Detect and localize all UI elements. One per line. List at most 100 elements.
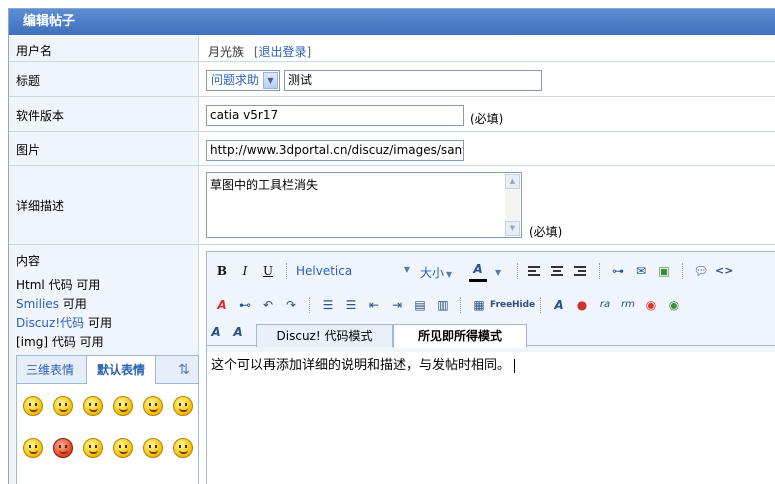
- tongue-icon[interactable]: [83, 396, 103, 416]
- italic-icon[interactable]: I: [236, 262, 254, 280]
- img-code-name: [img] 代码: [16, 335, 76, 349]
- description-textarea[interactable]: 草图中的工具栏消失 ▲ ▼: [206, 172, 522, 238]
- username: 月光族: [208, 45, 245, 59]
- title-input[interactable]: 测试: [284, 70, 542, 91]
- hide-icon[interactable]: Hide: [512, 300, 535, 310]
- description-text: 草图中的工具栏消失: [210, 178, 319, 192]
- discuz-code-status: Discuz!代码 可用: [16, 314, 112, 331]
- category-selected: 问题求助: [211, 73, 260, 87]
- font-size-select[interactable]: 大小 ▼: [420, 264, 452, 281]
- font-family-select[interactable]: Helvetica ▼: [296, 264, 410, 278]
- ordered-list-icon[interactable]: ☰: [319, 296, 337, 314]
- angry-icon[interactable]: [53, 438, 73, 458]
- undo-icon[interactable]: ↶: [259, 296, 277, 314]
- table-icon[interactable]: ▦: [470, 296, 488, 314]
- image-row: 图片 http://www.3dportal.cn/discuz/images/…: [9, 132, 775, 166]
- font-family-value: Helvetica: [296, 264, 353, 278]
- description-scrollbar[interactable]: ▲ ▼: [505, 174, 520, 236]
- grin-icon[interactable]: [113, 396, 133, 416]
- editor-content-text: 这个可以再添加详细的说明和描述，与发帖时相同。: [211, 358, 511, 373]
- smile-icon[interactable]: [23, 396, 43, 416]
- tab-discuz-code-mode[interactable]: Discuz! 代码模式: [256, 324, 393, 347]
- font-size-value: 大小: [420, 266, 445, 280]
- version-input[interactable]: catia v5r17: [206, 105, 464, 126]
- float-left-icon[interactable]: ▤: [411, 296, 429, 314]
- media-player-icon[interactable]: ◉: [665, 296, 683, 314]
- username-display: 月光族 [退出登录]: [208, 43, 311, 60]
- sort-arrows-icon[interactable]: ⇅: [173, 359, 195, 381]
- unlink-icon[interactable]: ⊷: [236, 296, 254, 314]
- link-icon[interactable]: ⊶: [609, 262, 627, 280]
- img-code-status: [img] 代码 可用: [16, 333, 104, 350]
- shocked-icon[interactable]: [83, 438, 103, 458]
- description-label: 详细描述: [16, 199, 65, 213]
- laugh-icon[interactable]: [143, 396, 163, 416]
- scroll-up-icon[interactable]: ▲: [505, 174, 520, 189]
- real-media-icon[interactable]: rm: [619, 296, 637, 314]
- kiss-icon[interactable]: [173, 438, 193, 458]
- surprised-icon[interactable]: [143, 438, 163, 458]
- tab-default-emotes[interactable]: 默认表情: [86, 356, 156, 384]
- free-icon[interactable]: Free: [490, 300, 512, 310]
- text-color-icon[interactable]: A: [467, 260, 489, 282]
- chevron-down-icon: ▼: [446, 270, 453, 279]
- worried-icon[interactable]: [53, 396, 73, 416]
- redo-icon[interactable]: ↷: [282, 296, 300, 314]
- chevron-down-icon[interactable]: ▼: [263, 72, 278, 89]
- bullet-list-icon[interactable]: ☰: [342, 296, 360, 314]
- wink-tongue-icon[interactable]: [173, 396, 193, 416]
- sweat-icon[interactable]: [113, 438, 133, 458]
- outdent-icon[interactable]: ⇤: [365, 296, 383, 314]
- version-row: 软件版本 catia v5r17 (必填): [9, 97, 775, 132]
- quote-icon[interactable]: 💬︎: [692, 262, 710, 280]
- qq-icon[interactable]: ●: [573, 296, 591, 314]
- emote-tabs: 三维表情 默认表情 ⇅: [17, 356, 198, 384]
- html-code-status: Html 代码 可用: [16, 276, 100, 293]
- editor-content[interactable]: 这个可以再添加详细的说明和描述，与发帖时相同。: [211, 354, 516, 373]
- scroll-down-icon[interactable]: ▼: [505, 221, 520, 236]
- remove-format-icon[interactable]: A: [213, 296, 231, 314]
- rich-text-editor: B I U Helvetica ▼ 大小 ▼ A ▼ ⊶ ✉ ▣ 💬︎ <> A…: [206, 251, 775, 484]
- image-url-input[interactable]: http://www.3dportal.cn/discuz/images/san…: [206, 140, 464, 161]
- align-center-icon[interactable]: [551, 266, 565, 278]
- tab-3d-emotes[interactable]: 三维表情: [26, 356, 86, 384]
- text-color-dropdown[interactable]: ▼: [495, 264, 501, 278]
- giggle-icon[interactable]: [23, 438, 43, 458]
- image-icon[interactable]: ▣: [655, 262, 673, 280]
- discuz-code-state: 可用: [87, 316, 112, 330]
- discuz-code-link[interactable]: Discuz!代码: [16, 316, 84, 330]
- indent-icon[interactable]: ⇥: [388, 296, 406, 314]
- font-style-icon[interactable]: A: [550, 296, 568, 314]
- underline-icon[interactable]: U: [259, 262, 277, 280]
- float-right-icon[interactable]: ▥: [434, 296, 452, 314]
- text-cursor: [514, 358, 516, 373]
- content-row: 内容 Html 代码 可用 Smilies 可用 Discuz!代码 可用 [i…: [9, 245, 775, 484]
- content-label: 内容: [16, 254, 41, 268]
- chevron-down-icon: ▼: [403, 265, 410, 274]
- logout-link[interactable]: 退出登录: [259, 45, 307, 59]
- smilies-status: Smilies 可用: [16, 295, 87, 312]
- edit-post-panel: 编辑帖子 用户名 月光族 [退出登录] 标题 问题求助 ▼ 测试 软件版本 ca…: [8, 8, 775, 484]
- toolbar-separator: [460, 297, 461, 313]
- html-code-name: Html 代码: [16, 278, 73, 292]
- align-right-icon[interactable]: [574, 266, 588, 278]
- smilies-link[interactable]: Smilies: [16, 297, 59, 311]
- panel-title: 编辑帖子: [9, 9, 775, 35]
- code-icon[interactable]: <>: [715, 262, 733, 280]
- toolbar-separator: [309, 297, 310, 313]
- category-select[interactable]: 问题求助 ▼: [206, 70, 280, 91]
- toolbar-separator: [517, 263, 518, 279]
- flash-icon[interactable]: ◉: [642, 296, 660, 314]
- user-label: 用户名: [16, 44, 53, 58]
- toolbar-separator: [599, 263, 600, 279]
- chevron-down-icon: ▼: [495, 268, 502, 277]
- tab-wysiwyg-mode[interactable]: 所见即所得模式: [393, 324, 527, 348]
- real-audio-icon[interactable]: ra: [596, 296, 614, 314]
- emote-panel: 三维表情 默认表情 ⇅: [16, 355, 199, 484]
- align-left-icon[interactable]: [528, 266, 542, 278]
- version-label: 软件版本: [16, 109, 65, 123]
- bold-icon[interactable]: B: [213, 262, 231, 280]
- html-code-state: 可用: [76, 278, 101, 292]
- logout-bracket-close: ]: [306, 45, 312, 59]
- email-icon[interactable]: ✉: [632, 262, 650, 280]
